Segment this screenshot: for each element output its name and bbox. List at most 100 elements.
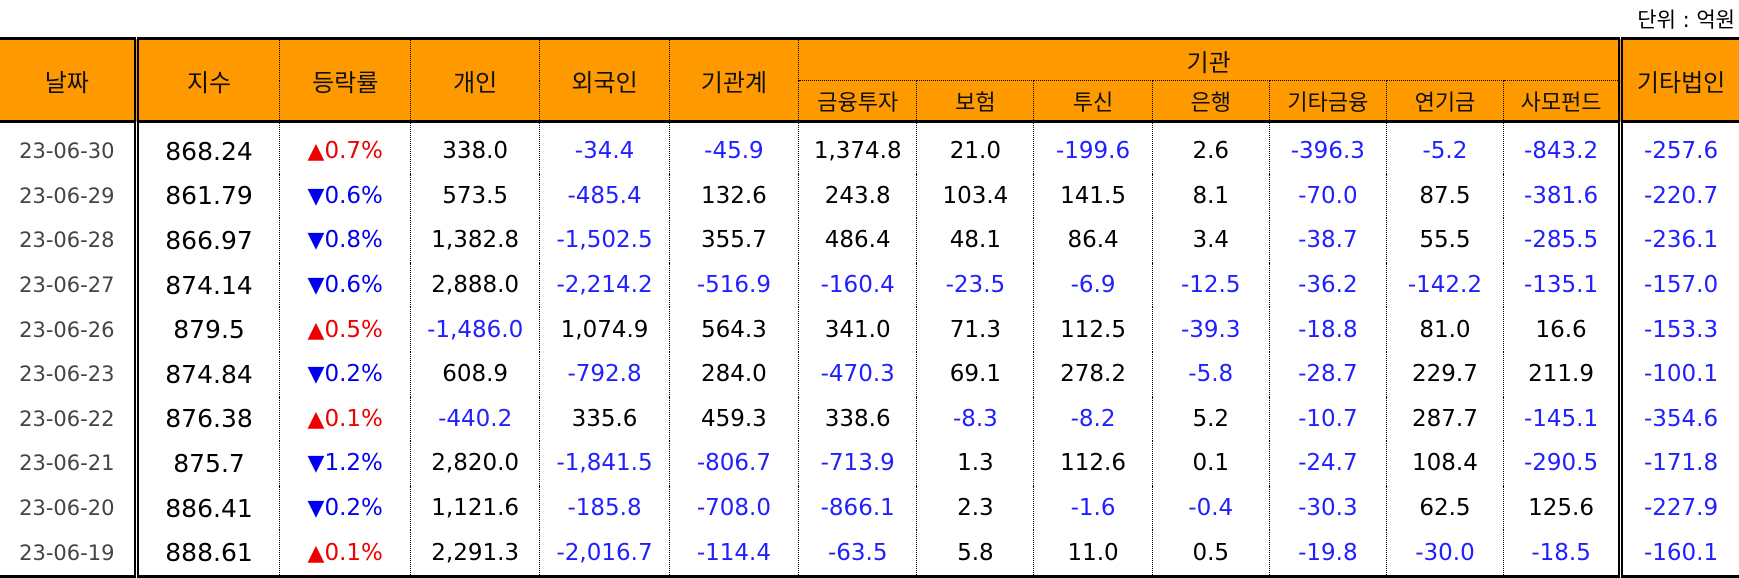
table-row: 23-06-19 888.61 ▲0.1% 2,291.3 -2,016.7 -114.4… [0, 530, 1739, 577]
cell-private-fund: -18.5 [1502, 530, 1621, 577]
cell-individual: -1,486.0 [409, 307, 540, 352]
cell-financial-investment: -713.9 [798, 441, 917, 486]
cell-foreign: -185.8 [539, 485, 670, 531]
header-date: 날짜 [0, 38, 137, 122]
cell-insurance: 69.1 [916, 351, 1034, 397]
cell-insurance: 21.0 [916, 121, 1034, 174]
header-inst-total: 기관계 [668, 38, 799, 122]
table-row: 23-06-28 866.97 ▼0.8% 1,382.8 -1,502.5 355.7 4… [0, 218, 1739, 263]
header-private-fund: 사모펀드 [1502, 80, 1621, 122]
investor-trading-table: 날짜 지수 등락률 개인 외국인 기관계 기관 기타법인 금융투자 보험 투신 … [0, 37, 1739, 578]
cell-other-corp: -160.1 [1618, 530, 1739, 577]
cell-index: 888.61 [133, 530, 280, 577]
up-triangle-icon: ▲ [307, 540, 325, 566]
cell-financial-investment: 338.6 [798, 396, 917, 442]
cell-change: ▲0.1% [279, 396, 411, 442]
cell-inst-total: -114.4 [668, 530, 799, 577]
cell-individual: 608.9 [409, 351, 540, 397]
cell-investment-trust: 11.0 [1033, 530, 1153, 577]
cell-individual: 2,291.3 [409, 530, 540, 577]
cell-investment-trust: 278.2 [1033, 351, 1153, 397]
cell-other-financial: -396.3 [1268, 121, 1387, 174]
cell-investment-trust: -8.2 [1033, 396, 1153, 442]
cell-private-fund: 16.6 [1502, 307, 1621, 352]
header-insurance: 보험 [916, 80, 1034, 122]
cell-other-corp: -153.3 [1618, 307, 1739, 352]
down-triangle-icon: ▼ [307, 183, 325, 209]
down-triangle-icon: ▼ [307, 496, 325, 522]
cell-individual: 573.5 [409, 173, 540, 219]
cell-financial-investment: -160.4 [798, 262, 917, 308]
cell-other-corp: -227.9 [1618, 485, 1739, 531]
cell-inst-total: 459.3 [668, 396, 799, 442]
header-financial-investment: 금융투자 [798, 80, 917, 122]
cell-inst-total: 355.7 [668, 218, 799, 263]
cell-individual: 1,121.6 [409, 485, 540, 531]
cell-bank: -12.5 [1151, 262, 1270, 308]
down-triangle-icon: ▼ [307, 273, 325, 299]
unit-label: 단위 : 억원 [1637, 8, 1735, 32]
cell-pension-fund: 287.7 [1385, 396, 1504, 442]
cell-other-financial: -30.3 [1268, 485, 1387, 531]
cell-bank: -5.8 [1151, 351, 1270, 397]
table-row: 23-06-20 886.41 ▼0.2% 1,121.6 -185.8 -708.0 -8… [0, 485, 1739, 531]
table-header: 날짜 지수 등락률 개인 외국인 기관계 기관 기타법인 금융투자 보험 투신 … [0, 38, 1739, 122]
cell-date: 23-06-26 [19, 317, 115, 342]
cell-investment-trust: 112.5 [1033, 307, 1153, 352]
cell-insurance: 48.1 [916, 218, 1034, 263]
cell-foreign: -2,016.7 [539, 530, 670, 577]
cell-foreign: -34.4 [539, 121, 670, 174]
cell-index: 875.7 [133, 441, 280, 486]
cell-foreign: 335.6 [539, 396, 670, 442]
cell-foreign: 1,074.9 [539, 307, 670, 352]
cell-change: ▲0.1% [279, 530, 411, 577]
cell-insurance: 2.3 [916, 485, 1034, 531]
cell-other-corp: -236.1 [1618, 218, 1739, 263]
cell-other-corp: -171.8 [1618, 441, 1739, 486]
table-row: 23-06-26 879.5 ▲0.5% -1,486.0 1,074.9 564.3 34… [0, 307, 1739, 352]
cell-change: ▼0.6% [279, 173, 411, 219]
cell-individual: 1,382.8 [409, 218, 540, 263]
change-rate: 0.6% [324, 272, 383, 299]
cell-foreign: -2,214.2 [539, 262, 670, 308]
cell-other-corp: -100.1 [1618, 351, 1739, 397]
cell-private-fund: 211.9 [1502, 351, 1621, 397]
change-rate: 0.7% [324, 138, 383, 165]
cell-bank: 0.5 [1151, 530, 1270, 577]
cell-other-corp: -220.7 [1618, 173, 1739, 219]
header-bank: 은행 [1151, 80, 1270, 122]
change-rate: 0.2% [324, 361, 383, 388]
cell-investment-trust: -1.6 [1033, 485, 1153, 531]
cell-change: ▼0.8% [279, 218, 411, 263]
cell-foreign: -1,502.5 [539, 218, 670, 263]
cell-date: 23-06-28 [19, 228, 115, 253]
cell-other-financial: -19.8 [1268, 530, 1387, 577]
down-triangle-icon: ▼ [307, 362, 325, 388]
cell-foreign: -1,841.5 [539, 441, 670, 486]
cell-inst-total: -516.9 [668, 262, 799, 308]
cell-date: 23-06-22 [19, 406, 115, 431]
cell-pension-fund: -30.0 [1385, 530, 1504, 577]
header-investment-trust: 투신 [1033, 80, 1153, 122]
cell-investment-trust: -6.9 [1033, 262, 1153, 308]
cell-index: 866.97 [133, 218, 280, 263]
cell-financial-investment: -63.5 [798, 530, 917, 577]
cell-index: 861.79 [133, 173, 280, 219]
change-rate: 1.2% [324, 450, 383, 477]
cell-investment-trust: -199.6 [1033, 121, 1153, 174]
table-row: 23-06-23 874.84 ▼0.2% 608.9 -792.8 284.0 -470.… [0, 351, 1739, 397]
up-triangle-icon: ▲ [307, 406, 325, 432]
cell-date: 23-06-19 [19, 540, 115, 565]
table-row: 23-06-22 876.38 ▲0.1% -440.2 335.6 459.3 338.6… [0, 396, 1739, 442]
cell-financial-investment: 243.8 [798, 173, 917, 219]
cell-index: 874.14 [133, 262, 280, 308]
cell-foreign: -485.4 [539, 173, 670, 219]
cell-pension-fund: 229.7 [1385, 351, 1504, 397]
cell-investment-trust: 141.5 [1033, 173, 1153, 219]
cell-insurance: -8.3 [916, 396, 1034, 442]
cell-individual: 338.0 [409, 121, 540, 174]
table-row: 23-06-21 875.7 ▼1.2% 2,820.0 -1,841.5 -806.7-… [0, 441, 1739, 486]
cell-change: ▼0.6% [279, 262, 411, 308]
header-index: 지수 [133, 38, 280, 122]
cell-investment-trust: 112.6 [1033, 441, 1153, 486]
